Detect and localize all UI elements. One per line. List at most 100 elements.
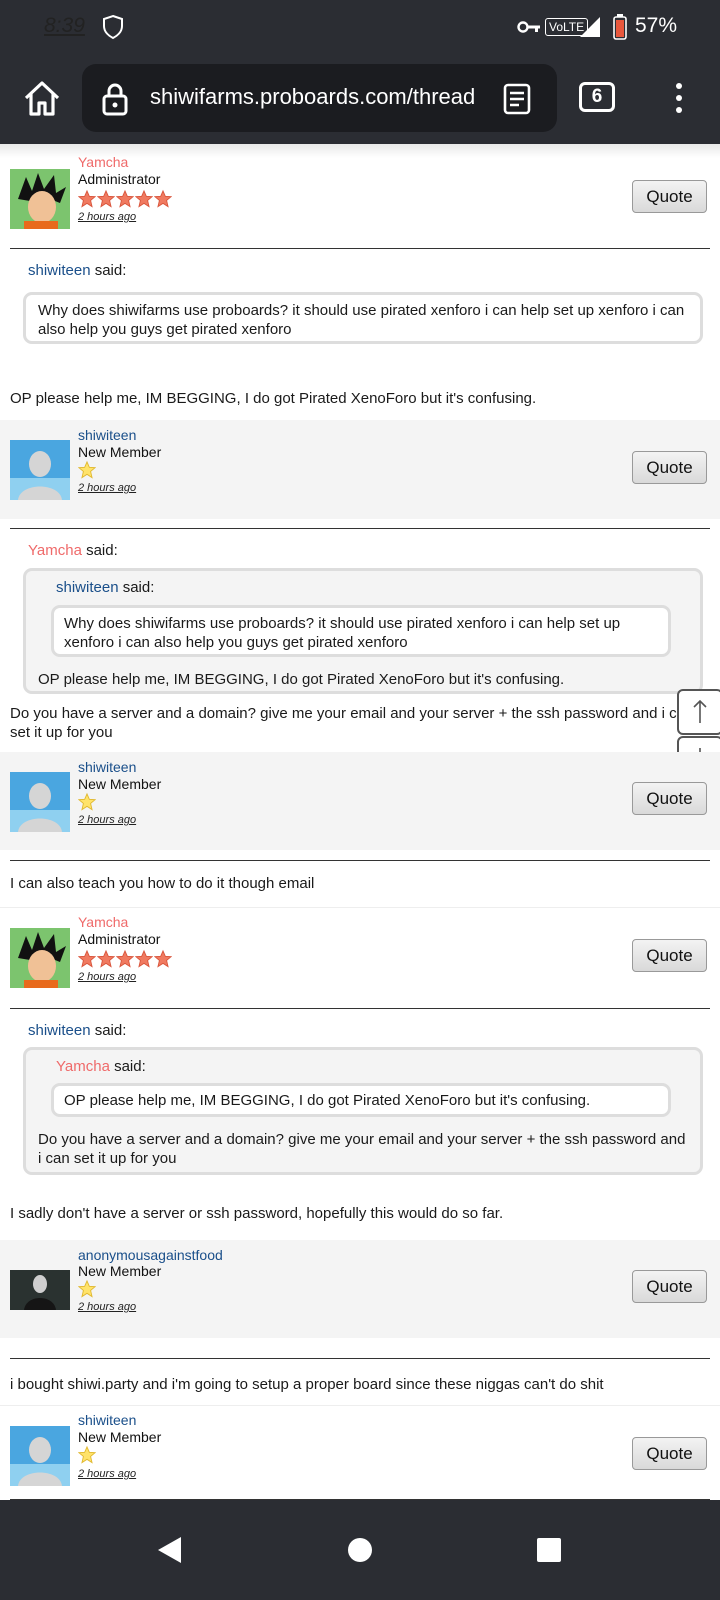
rank-stars <box>78 460 96 480</box>
battery-percent: 57% <box>635 14 678 37</box>
post-divider <box>10 528 710 529</box>
post-time[interactable]: 2 hours ago <box>78 1301 136 1313</box>
quote-block: Why does shiwifarms use proboards? it sh… <box>23 292 703 344</box>
post-username[interactable]: shiwiteen <box>78 759 136 775</box>
status-time: 8:39 <box>44 14 85 37</box>
recents-icon[interactable] <box>536 1537 562 1563</box>
post-header: anonymousagainstfood New Member 2 hours … <box>0 1240 720 1338</box>
post-time[interactable]: 2 hours ago <box>78 971 136 983</box>
reader-mode-icon[interactable] <box>502 82 532 116</box>
rank-stars <box>78 1279 96 1299</box>
post-divider <box>10 1008 710 1009</box>
quote-button[interactable]: Quote <box>632 1270 707 1303</box>
avatar[interactable] <box>10 928 70 988</box>
post-username[interactable]: shiwiteen <box>78 427 136 443</box>
avatar[interactable] <box>10 772 70 832</box>
post-rank: Administrator <box>78 931 161 947</box>
star-icon <box>97 949 115 968</box>
status-bar: 8:39 VoLTE 57% <box>0 0 720 56</box>
quoted-username[interactable]: Yamcha <box>28 542 82 559</box>
star-icon <box>78 189 96 208</box>
more-menu-icon[interactable] <box>665 78 693 118</box>
post-time[interactable]: 2 hours ago <box>78 814 136 826</box>
rank-stars <box>78 189 172 209</box>
post-time[interactable]: 2 hours ago <box>78 211 136 223</box>
star-icon <box>135 949 153 968</box>
post-username[interactable]: anonymousagainstfood <box>78 1247 223 1263</box>
nested-quoted-username[interactable]: Yamcha <box>56 1058 110 1075</box>
star-icon <box>97 189 115 208</box>
post-body: OP please help me, IM BEGGING, I do got … <box>10 390 537 407</box>
nested-quoted-username[interactable]: shiwiteen <box>56 579 119 596</box>
nested-quote-attribution: shiwiteen said: <box>56 579 155 596</box>
star-icon <box>78 1445 96 1464</box>
star-icon <box>154 189 172 208</box>
tab-counter-button[interactable]: 6 <box>579 82 615 112</box>
post-body: i bought shiwi.party and i'm going to se… <box>10 1376 604 1393</box>
avatar[interactable] <box>10 1270 70 1310</box>
quoted-text: OP please help me, IM BEGGING, I do got … <box>38 671 565 688</box>
post-header: shiwiteen New Member 2 hours ago Quote <box>0 420 720 519</box>
rank-stars <box>78 792 96 812</box>
post-header: shiwiteen New Member 2 hours ago Quote <box>0 752 720 850</box>
star-icon <box>78 1279 96 1298</box>
nested-quote-attribution: Yamcha said: <box>56 1058 146 1075</box>
post-body: I sadly don't have a server or ssh passw… <box>10 1205 504 1222</box>
post-rank: New Member <box>78 776 162 792</box>
nested-quoted-text: OP please help me, IM BEGGING, I do got … <box>64 1092 591 1109</box>
quoted-username[interactable]: shiwiteen <box>28 1022 91 1039</box>
star-icon <box>78 460 96 479</box>
post-username[interactable]: shiwiteen <box>78 1412 136 1428</box>
home-icon[interactable] <box>20 76 64 120</box>
star-icon <box>78 949 96 968</box>
post-username[interactable]: Yamcha <box>78 154 128 170</box>
rank-stars <box>78 949 172 969</box>
post-time[interactable]: 2 hours ago <box>78 1468 136 1480</box>
post-body: I can also teach you how to do it though… <box>10 875 315 892</box>
post-divider <box>10 248 710 249</box>
quote-button[interactable]: Quote <box>632 939 707 972</box>
quote-button[interactable]: Quote <box>632 1437 707 1470</box>
avatar[interactable] <box>10 169 70 229</box>
battery-icon <box>613 14 627 40</box>
url-bar[interactable]: shiwifarms.proboards.com/thread <box>82 64 557 132</box>
star-icon <box>116 189 134 208</box>
nested-quote-block: OP please help me, IM BEGGING, I do got … <box>51 1083 671 1117</box>
star-icon <box>116 949 134 968</box>
quoted-text: Do you have a server and a domain? give … <box>38 1131 686 1167</box>
url-text[interactable]: shiwifarms.proboards.com/thread <box>150 84 480 110</box>
avatar[interactable] <box>10 440 70 500</box>
quoted-username[interactable]: shiwiteen <box>28 262 91 279</box>
thread-content: Yamcha Administrator 2 hours ago Quote s… <box>0 144 720 1500</box>
quote-attribution: shiwiteen said: <box>28 1022 127 1039</box>
post-divider <box>10 1358 710 1359</box>
post-header: Yamcha Administrator 2 hours ago Quote <box>0 144 720 249</box>
post-rank: Administrator <box>78 171 161 187</box>
quoted-text: Why does shiwifarms use proboards? it sh… <box>38 302 685 338</box>
post-time[interactable]: 2 hours ago <box>78 482 136 494</box>
nested-quote-block: Why does shiwifarms use proboards? it sh… <box>51 605 671 657</box>
scroll-top-button[interactable] <box>677 689 720 735</box>
avatar[interactable] <box>10 1426 70 1486</box>
arrow-up-icon <box>693 699 707 723</box>
post-username[interactable]: Yamcha <box>78 914 128 930</box>
post-divider <box>10 860 710 861</box>
quote-block: Yamcha said: OP please help me, IM BEGGI… <box>23 1047 703 1175</box>
quote-button[interactable]: Quote <box>632 180 707 213</box>
post-rank: New Member <box>78 1263 162 1279</box>
key-icon <box>517 21 540 33</box>
nested-quoted-text: Why does shiwifarms use proboards? it sh… <box>64 615 621 651</box>
star-icon <box>135 189 153 208</box>
home-nav-icon[interactable] <box>347 1537 373 1563</box>
rank-stars <box>78 1445 96 1465</box>
star-icon <box>154 949 172 968</box>
signal-icon <box>580 17 600 37</box>
post-rank: New Member <box>78 444 162 460</box>
post-rank: New Member <box>78 1429 162 1445</box>
post-body: Do you have a server and a domain? give … <box>10 705 694 741</box>
lock-icon <box>102 83 128 116</box>
post-header: shiwiteen New Member 2 hours ago Quote <box>0 1405 720 1500</box>
quote-button[interactable]: Quote <box>632 782 707 815</box>
back-icon[interactable] <box>155 1535 183 1565</box>
quote-button[interactable]: Quote <box>632 451 707 484</box>
